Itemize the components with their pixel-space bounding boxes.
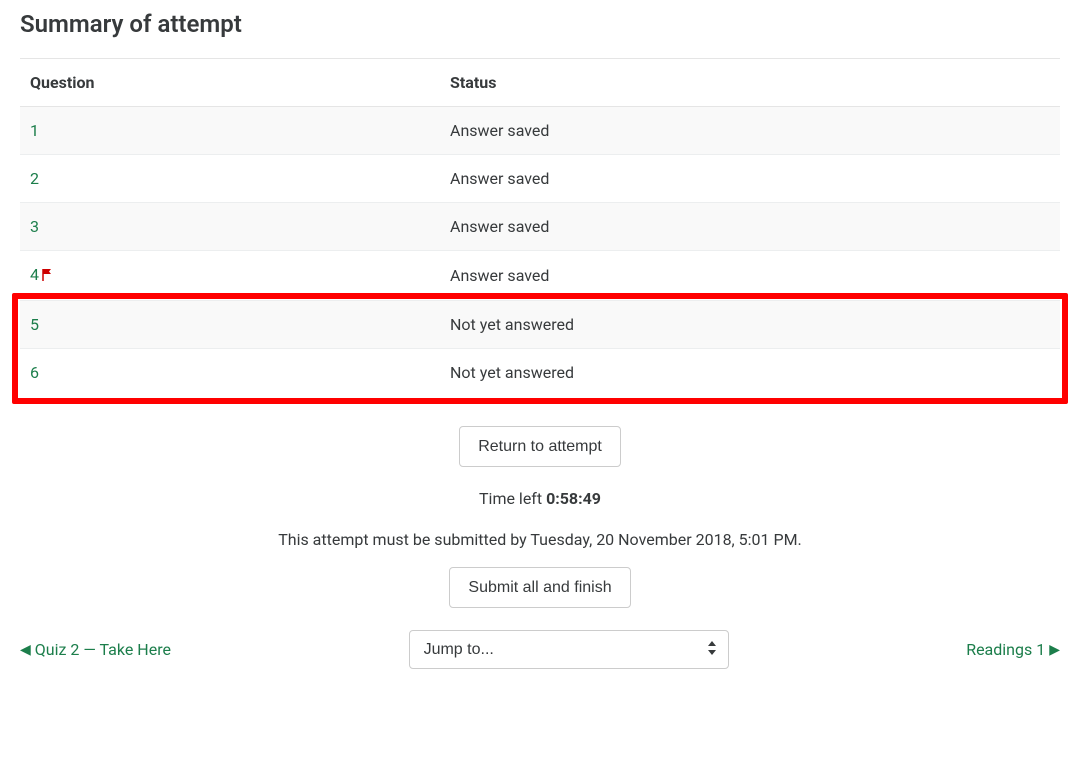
question-cell: 5 bbox=[20, 301, 440, 349]
table-row: 1 Answer saved bbox=[20, 107, 1060, 155]
arrow-right-icon: ▶ bbox=[1049, 642, 1060, 658]
bottom-nav: ◀ Quiz 2 — Take Here Jump to... Readings… bbox=[20, 630, 1060, 669]
jump-to-select[interactable]: Jump to... bbox=[409, 630, 729, 669]
question-cell: 2 bbox=[20, 155, 440, 203]
status-cell: Not yet answered bbox=[440, 349, 1060, 397]
question-link[interactable]: 6 bbox=[30, 363, 39, 382]
question-cell: 4 bbox=[20, 251, 440, 301]
table-row: 6 Not yet answered bbox=[20, 349, 1060, 397]
question-link[interactable]: 4 bbox=[30, 265, 39, 284]
table-row: 2 Answer saved bbox=[20, 155, 1060, 203]
page-title: Summary of attempt bbox=[20, 10, 1060, 38]
time-left-label: Time left bbox=[479, 489, 546, 508]
table-row: 4 Answer saved bbox=[20, 251, 1060, 301]
question-link[interactable]: 1 bbox=[30, 121, 39, 140]
deadline-text: This attempt must be submitted by Tuesda… bbox=[20, 530, 1060, 549]
question-link[interactable]: 2 bbox=[30, 169, 39, 188]
prev-activity-label: Quiz 2 — Take Here bbox=[35, 640, 171, 659]
jump-to-wrap: Jump to... bbox=[409, 630, 729, 669]
status-cell: Not yet answered bbox=[440, 301, 1060, 349]
status-cell: Answer saved bbox=[440, 203, 1060, 251]
time-left-value: 0:58:49 bbox=[546, 489, 601, 508]
status-cell: Answer saved bbox=[440, 107, 1060, 155]
question-link[interactable]: 3 bbox=[30, 217, 39, 236]
time-left: Time left 0:58:49 bbox=[20, 489, 1060, 508]
arrow-left-icon: ◀ bbox=[20, 642, 31, 658]
status-cell: Answer saved bbox=[440, 155, 1060, 203]
return-to-attempt-button[interactable]: Return to attempt bbox=[459, 426, 621, 467]
summary-table-wrap: Question Status 1 Answer saved 2 Answer sav… bbox=[20, 58, 1060, 396]
col-header-status: Status bbox=[440, 59, 1060, 107]
col-header-question: Question bbox=[20, 59, 440, 107]
table-row: 5 Not yet answered bbox=[20, 301, 1060, 349]
flag-icon bbox=[41, 267, 55, 286]
question-cell: 3 bbox=[20, 203, 440, 251]
status-cell: Answer saved bbox=[440, 251, 1060, 301]
prev-activity-link[interactable]: ◀ Quiz 2 — Take Here bbox=[20, 640, 171, 659]
question-cell: 6 bbox=[20, 349, 440, 397]
next-activity-label: Readings 1 bbox=[966, 640, 1045, 659]
submit-all-button[interactable]: Submit all and finish bbox=[449, 567, 630, 608]
question-cell: 1 bbox=[20, 107, 440, 155]
question-link[interactable]: 5 bbox=[30, 315, 39, 334]
table-row: 3 Answer saved bbox=[20, 203, 1060, 251]
next-activity-link[interactable]: Readings 1 ▶ bbox=[966, 640, 1060, 659]
summary-table: Question Status 1 Answer saved 2 Answer sav… bbox=[20, 58, 1060, 396]
